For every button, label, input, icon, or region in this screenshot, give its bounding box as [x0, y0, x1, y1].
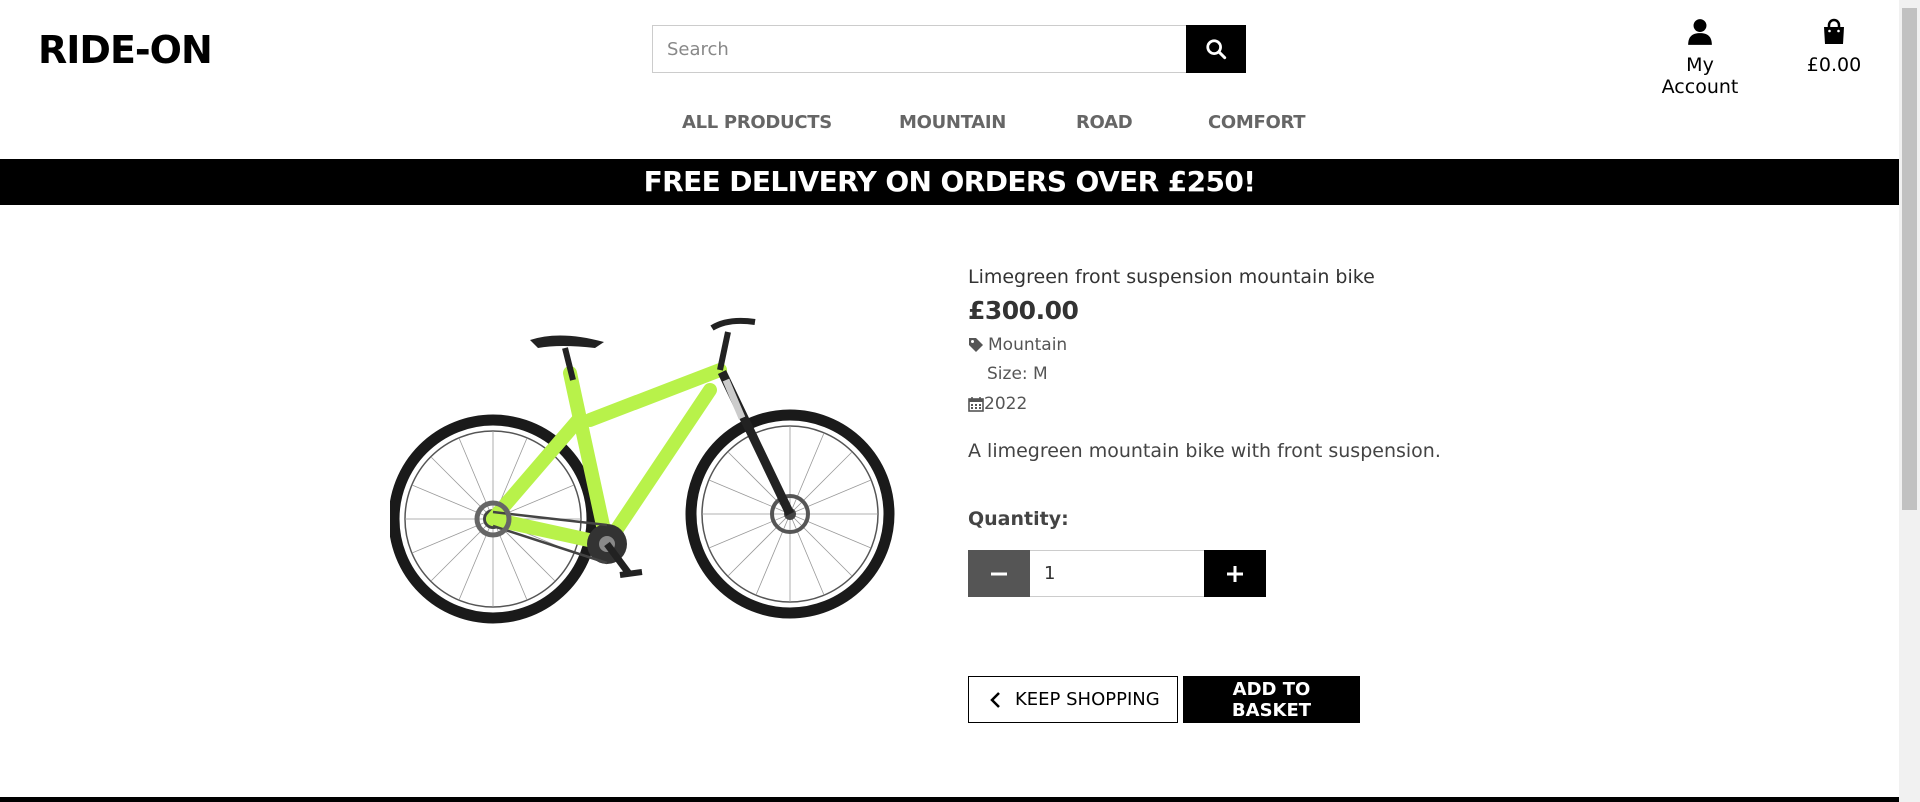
my-account-label: My Account — [1661, 54, 1739, 98]
product-year: 2022 — [984, 394, 1028, 414]
nav-comfort[interactable]: COMFORT — [1208, 112, 1306, 133]
decrement-button[interactable] — [968, 550, 1030, 597]
product-price: £300.00 — [968, 296, 1079, 325]
footer-divider — [0, 797, 1899, 802]
product-size: Size: M — [987, 364, 1048, 384]
increment-button[interactable] — [1204, 550, 1266, 597]
bike-image — [388, 317, 895, 624]
product-name: Limegreen front suspension mountain bike — [968, 266, 1375, 288]
minus-icon — [991, 572, 1007, 575]
calendar-icon — [968, 397, 984, 412]
product-year-row: 2022 — [968, 394, 1568, 414]
keep-shopping-label: KEEP SHOPPING — [1015, 689, 1160, 710]
delivery-banner: FREE DELIVERY ON ORDERS OVER £250! — [0, 159, 1899, 205]
product-description: A limegreen mountain bike with front sus… — [968, 440, 1441, 462]
shopping-bag-icon — [1824, 18, 1844, 44]
product-details: Limegreen front suspension mountain bike… — [968, 266, 1568, 723]
quantity-stepper — [968, 550, 1568, 597]
chevron-left-icon — [989, 691, 1001, 709]
site-logo[interactable]: RIDE-ON — [38, 28, 213, 72]
nav-mountain[interactable]: MOUNTAIN — [899, 112, 1006, 133]
search-button[interactable] — [1186, 25, 1246, 73]
page-scrollbar[interactable] — [1899, 0, 1920, 802]
quantity-input[interactable] — [1030, 550, 1204, 597]
my-account-link[interactable]: My Account — [1645, 18, 1755, 98]
tag-icon — [969, 338, 983, 352]
user-icon — [1688, 19, 1712, 45]
basket-total: £0.00 — [1806, 54, 1862, 76]
product-image — [388, 300, 900, 625]
product-category[interactable]: Mountain — [988, 335, 1067, 355]
plus-icon — [1227, 565, 1243, 582]
add-to-basket-button[interactable]: ADD TO BASKET — [1183, 676, 1360, 723]
product-actions: KEEP SHOPPING ADD TO BASKET — [968, 676, 1568, 723]
site-header: RIDE-ON My Account £0.00 ALL PRODUCTS MO… — [0, 0, 1899, 159]
search-icon — [1206, 39, 1227, 60]
basket-link[interactable]: £0.00 — [1797, 18, 1871, 76]
product-category-row: Mountain — [968, 335, 1568, 355]
quantity-label: Quantity: — [968, 508, 1069, 530]
nav-road[interactable]: ROAD — [1076, 112, 1133, 133]
nav-all-products[interactable]: ALL PRODUCTS — [682, 112, 832, 133]
keep-shopping-button[interactable]: KEEP SHOPPING — [968, 676, 1178, 723]
main-nav: ALL PRODUCTS MOUNTAIN ROAD COMFORT — [0, 112, 1899, 136]
scrollbar-thumb[interactable] — [1902, 8, 1917, 510]
search-input[interactable] — [652, 25, 1186, 73]
search-form — [652, 25, 1246, 73]
